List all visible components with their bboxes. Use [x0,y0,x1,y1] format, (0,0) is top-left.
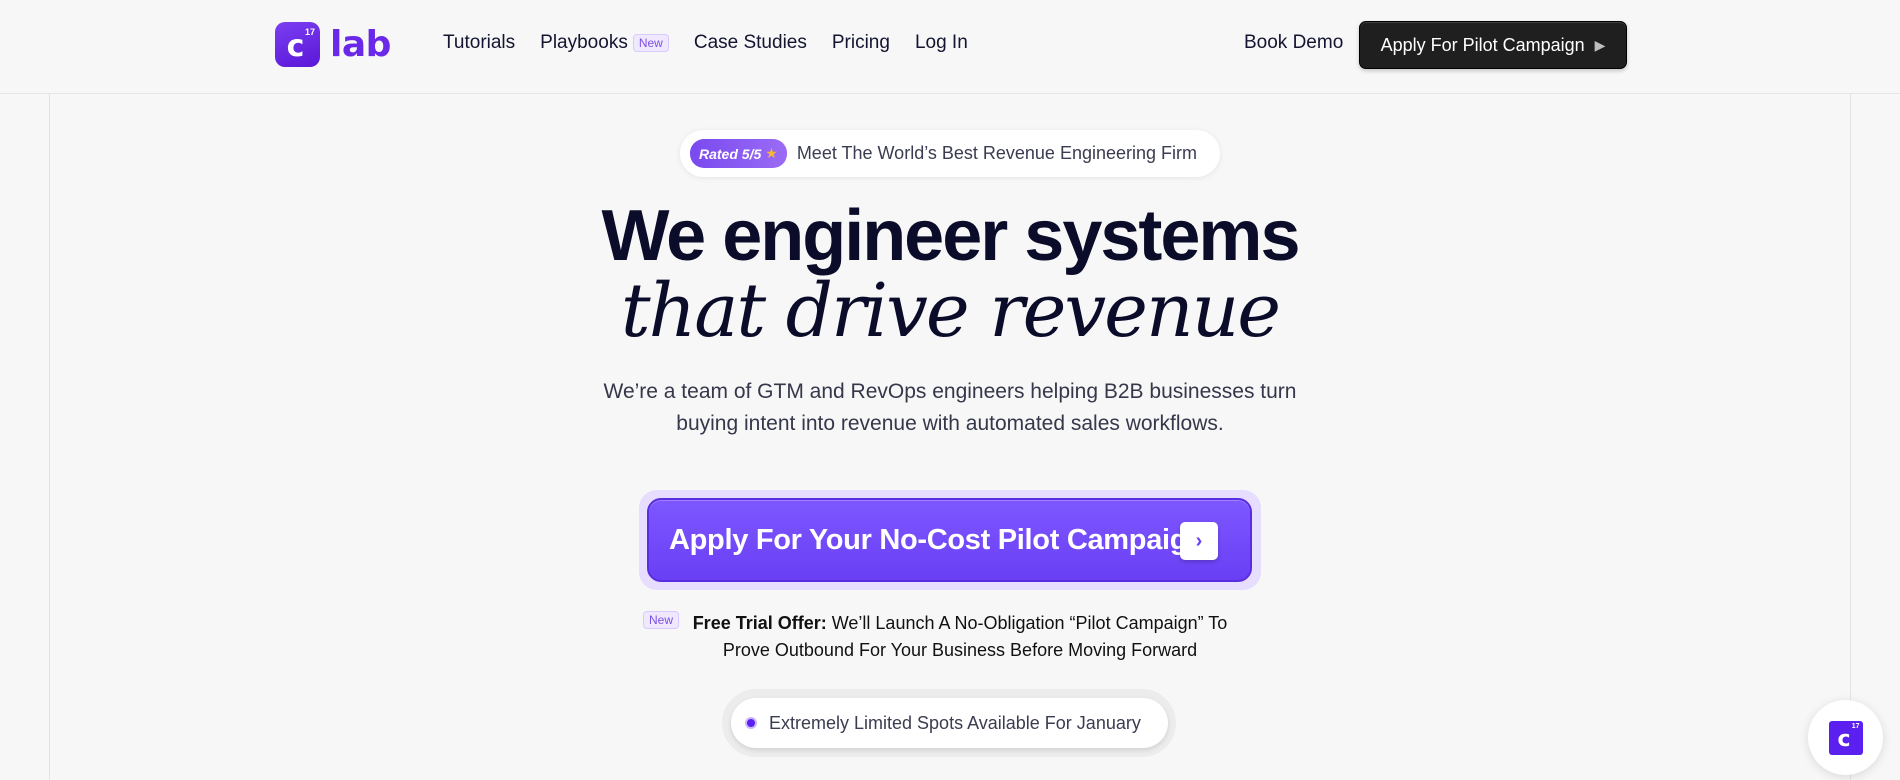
nav-item-pricing[interactable]: Pricing [832,32,890,54]
logo-text: lab [330,24,391,65]
offer-bold-label: Free Trial Offer: [692,613,827,633]
new-badge: New [632,34,669,52]
chat-logo-letter: c [1837,726,1851,752]
main-nav: Tutorials Playbooks New Case Studies Pri… [443,32,993,54]
apply-no-cost-pilot-button[interactable]: Apply For Your No-Cost Pilot Campaign › [647,498,1252,582]
logo-link[interactable]: c 17 lab [275,22,391,67]
nav-item-case-studies[interactable]: Case Studies [694,32,807,54]
rating-badge: Rated 5/5 ★ [690,139,787,168]
nav-item-tutorials[interactable]: Tutorials [443,32,515,54]
star-icon: ★ [765,145,778,161]
free-trial-offer-text: Free Trial Offer: We’ll Launch A No-Obli… [680,610,1240,664]
limited-spots-text: Extremely Limited Spots Available For Ja… [769,712,1141,733]
nav-item-label: Case Studies [693,32,807,53]
rating-pill: Rated 5/5 ★ Meet The World’s Best Revenu… [680,130,1220,177]
nav-item-label: Tutorials [443,32,516,53]
hero-headline: We engineer systems [601,196,1300,276]
play-icon: ▶ [1594,36,1606,53]
book-demo-link[interactable]: Book Demo [1244,32,1343,54]
chat-logo-superscript: 17 [1851,722,1860,730]
status-dot-icon [745,717,757,729]
hero-subtitle: We’re a team of GTM and RevOps engineers… [603,380,1297,435]
nav-item-playbooks[interactable]: Playbooks New [540,32,669,54]
hero-headline-italic: that drive revenue [620,268,1281,354]
logo-mark-superscript: 17 [304,27,315,37]
logo-mark-letter: c [286,28,305,64]
nav-item-label: Pricing [831,32,890,53]
limited-spots-pill: Extremely Limited Spots Available For Ja… [731,698,1168,748]
cta-button-label: Apply For Your No-Cost Pilot Campaign [669,523,1205,556]
nav-item-label: Log In [914,32,968,53]
chat-logo-icon: c 17 [1828,720,1863,755]
apply-button-label: Apply For Pilot Campaign [1380,34,1585,55]
rating-badge-label: Rated 5/5 [699,145,762,162]
chevron-right-icon: › [1180,522,1218,560]
nav-item-log-in[interactable]: Log In [915,32,968,54]
apply-pilot-campaign-button[interactable]: Apply For Pilot Campaign ▶ [1359,21,1627,69]
nav-item-label: Playbooks [540,32,628,53]
rating-text: Meet The World’s Best Revenue Engineerin… [796,143,1198,163]
offer-new-badge: New [643,611,680,629]
logo-mark-icon: c 17 [275,22,320,67]
chat-widget-button[interactable]: c 17 [1808,700,1883,775]
